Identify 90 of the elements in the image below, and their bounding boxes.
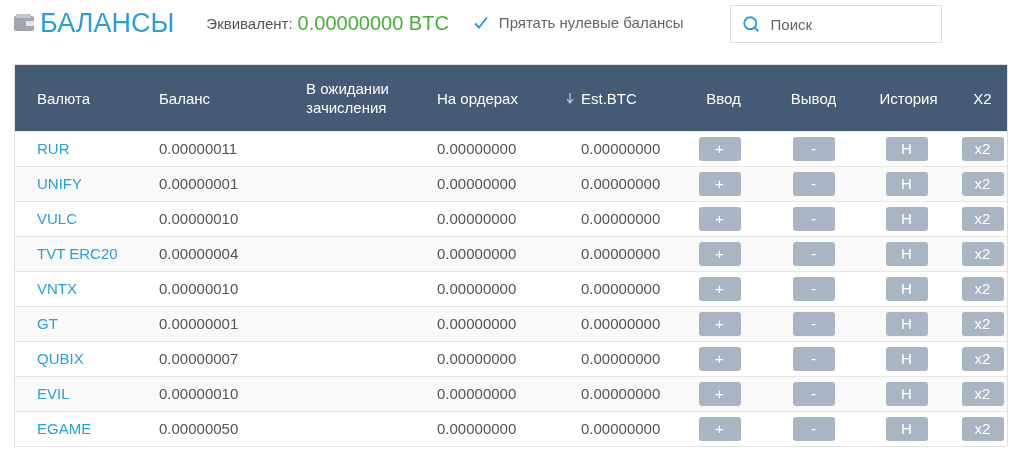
history-button[interactable]: H [885, 417, 928, 441]
orders-cell: 0.00000000 [437, 384, 517, 402]
balance-cell: 0.00000004 [159, 244, 239, 262]
column-header[interactable]: История [879, 88, 938, 108]
currency-link[interactable]: GT [37, 314, 58, 332]
currency-link[interactable]: EGAME [37, 419, 92, 437]
balance-cell: 0.00000050 [159, 419, 239, 437]
x2-button[interactable]: x2 [961, 172, 1004, 196]
withdraw-button[interactable]: - [792, 417, 835, 441]
x2-button[interactable]: x2 [961, 207, 1004, 231]
currency-link[interactable]: RUR [37, 139, 70, 157]
deposit-button[interactable]: + [698, 137, 741, 161]
x2-button[interactable]: x2 [961, 137, 1004, 161]
x2-button[interactable]: x2 [961, 382, 1004, 406]
orders-cell: 0.00000000 [437, 174, 517, 192]
est-btc-cell: 0.00000000 [581, 314, 661, 332]
balance-cell: 0.00000010 [159, 279, 239, 297]
hide-zero-label: Прятать нулевые балансы [498, 12, 684, 33]
x2-button[interactable]: x2 [961, 347, 1004, 371]
withdraw-button[interactable]: - [792, 172, 835, 196]
est-btc-cell: 0.00000000 [581, 279, 661, 297]
deposit-button[interactable]: + [698, 382, 741, 406]
history-button[interactable]: H [885, 382, 928, 406]
x2-button[interactable]: x2 [961, 277, 1004, 301]
x2-button[interactable]: x2 [961, 312, 1004, 336]
orders-cell: 0.00000000 [437, 314, 517, 332]
orders-cell: 0.00000000 [437, 209, 517, 227]
est-btc-cell: 0.00000000 [581, 244, 661, 262]
orders-cell: 0.00000000 [437, 349, 517, 367]
history-button[interactable]: H [885, 242, 928, 266]
balance-cell: 0.00000001 [159, 314, 239, 332]
x2-button[interactable]: x2 [961, 242, 1004, 266]
search-icon [741, 15, 760, 33]
column-header[interactable]: Баланс [159, 88, 211, 108]
est-btc-cell: 0.00000000 [581, 209, 661, 227]
column-header[interactable]: Валюта [37, 88, 91, 108]
balance-cell: 0.00000010 [159, 384, 239, 402]
history-button[interactable]: H [885, 347, 928, 371]
wallet-icon [14, 14, 34, 32]
balance-cell: 0.00000001 [159, 174, 239, 192]
deposit-button[interactable]: + [698, 347, 741, 371]
orders-cell: 0.00000000 [437, 419, 517, 437]
currency-link[interactable]: VNTX [37, 279, 77, 297]
deposit-button[interactable]: + [698, 417, 741, 441]
history-button[interactable]: H [885, 172, 928, 196]
deposit-button[interactable]: + [698, 277, 741, 301]
deposit-button[interactable]: + [698, 207, 741, 231]
est-btc-cell: 0.00000000 [581, 349, 661, 367]
column-header[interactable]: Est.BTC [581, 88, 637, 108]
withdraw-button[interactable]: - [792, 312, 835, 336]
withdraw-button[interactable]: - [792, 382, 835, 406]
deposit-button[interactable]: + [698, 172, 741, 196]
orders-cell: 0.00000000 [437, 139, 517, 157]
equivalent-label: Эквивалент: [206, 14, 293, 35]
currency-link[interactable]: VULC [37, 209, 77, 227]
column-header[interactable]: Вывод [790, 88, 837, 108]
equivalent-value: 0.00000000 BTC [297, 11, 449, 36]
currency-link[interactable]: UNIFY [37, 174, 82, 192]
search-field[interactable]: Поиск [729, 5, 942, 43]
withdraw-button[interactable]: - [792, 242, 835, 266]
column-header[interactable]: В ожидании зачисления [306, 79, 416, 117]
orders-cell: 0.00000000 [437, 279, 517, 297]
est-btc-cell: 0.00000000 [581, 419, 661, 437]
history-button[interactable]: H [885, 312, 928, 336]
x2-button[interactable]: x2 [961, 417, 1004, 441]
est-btc-cell: 0.00000000 [581, 384, 661, 402]
history-button[interactable]: H [885, 137, 928, 161]
currency-link[interactable]: TVT ERC20 [37, 244, 118, 262]
history-button[interactable]: H [885, 277, 928, 301]
column-header[interactable]: На ордерах [437, 88, 518, 108]
history-button[interactable]: H [885, 207, 928, 231]
est-btc-cell: 0.00000000 [581, 174, 661, 192]
withdraw-button[interactable]: - [792, 277, 835, 301]
withdraw-button[interactable]: - [792, 137, 835, 161]
orders-cell: 0.00000000 [437, 244, 517, 262]
deposit-button[interactable]: + [698, 242, 741, 266]
hide-zero-checkbox[interactable] [472, 15, 489, 31]
currency-link[interactable]: QUBIX [37, 349, 84, 367]
balance-cell: 0.00000011 [159, 139, 238, 157]
balance-cell: 0.00000010 [159, 209, 239, 227]
balance-cell: 0.00000007 [159, 349, 239, 367]
sort-arrow-icon[interactable] [566, 92, 574, 104]
currency-link[interactable]: EVIL [37, 384, 70, 402]
column-header[interactable]: Ввод [706, 88, 741, 108]
column-header[interactable]: X2 [973, 88, 992, 108]
withdraw-button[interactable]: - [792, 207, 835, 231]
deposit-button[interactable]: + [698, 312, 741, 336]
page-title: БАЛАНСЫ [40, 6, 175, 40]
withdraw-button[interactable]: - [792, 347, 835, 371]
est-btc-cell: 0.00000000 [581, 139, 661, 157]
